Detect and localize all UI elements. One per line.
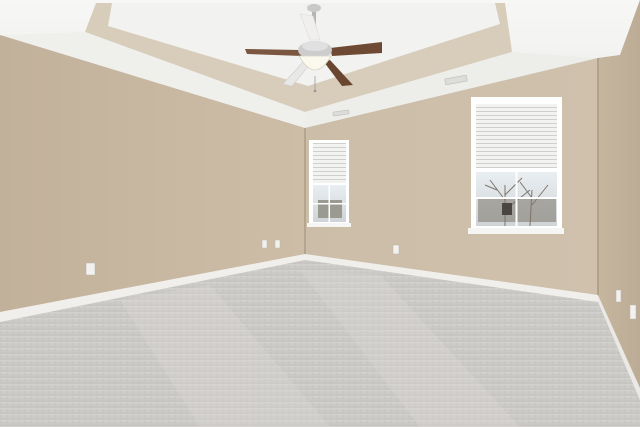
large-window	[468, 97, 564, 234]
outlet	[274, 239, 281, 249]
outlet	[392, 244, 400, 255]
room-scene	[0, 0, 640, 427]
outlet	[85, 262, 96, 276]
outlet	[615, 289, 622, 303]
outlet	[261, 239, 268, 249]
outlet	[629, 304, 637, 320]
small-window	[307, 140, 351, 227]
